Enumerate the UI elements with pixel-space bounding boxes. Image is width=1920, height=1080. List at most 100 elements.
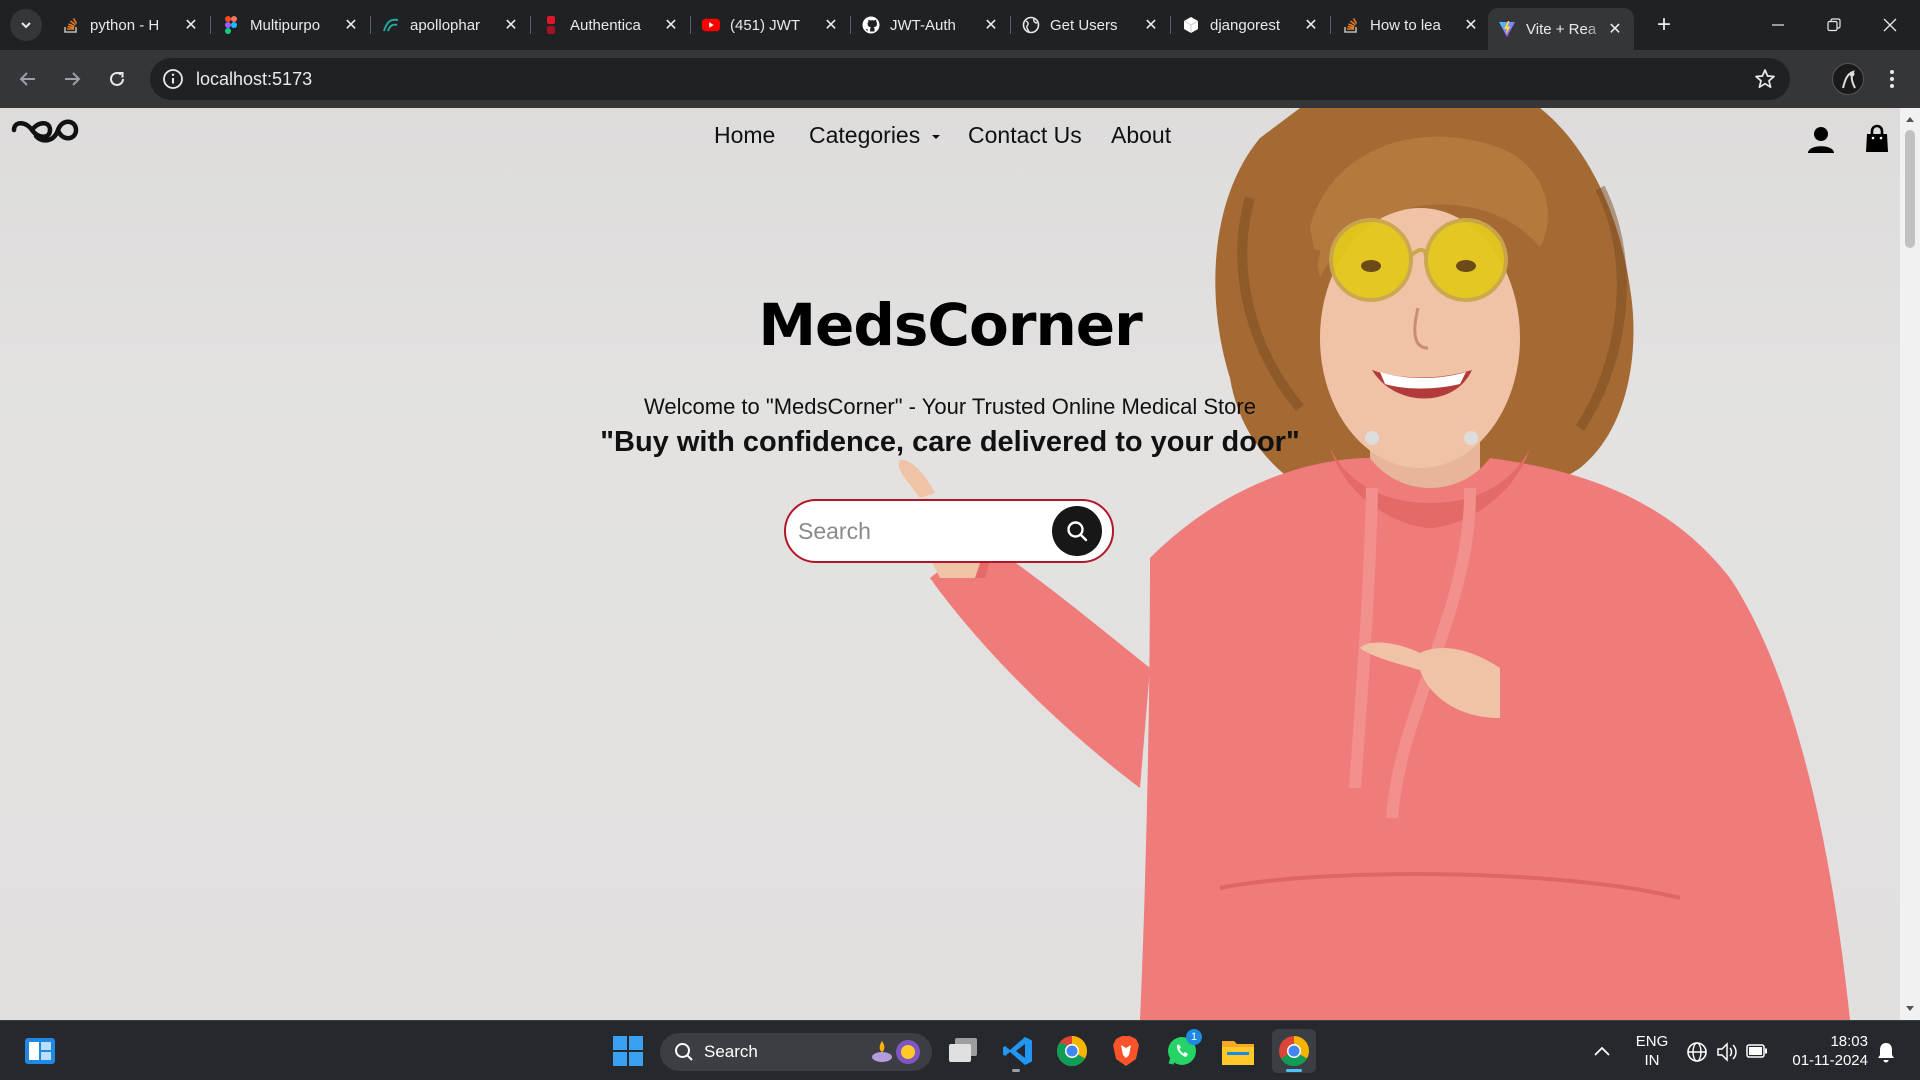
- browser-tab[interactable]: JWT-Auth ✕: [852, 8, 1011, 42]
- site-logo[interactable]: [10, 116, 80, 149]
- search-button[interactable]: [1052, 506, 1102, 556]
- forward-button[interactable]: [56, 63, 88, 95]
- volume-icon[interactable]: [1716, 1041, 1738, 1068]
- shopping-bag-icon: [1866, 124, 1888, 152]
- nav-contact-us[interactable]: Contact Us: [968, 122, 1082, 149]
- back-button[interactable]: [12, 63, 44, 95]
- vscode-icon: [1003, 1037, 1032, 1065]
- task-view-icon: [949, 1038, 977, 1062]
- whatsapp-app[interactable]: 1: [1162, 1029, 1202, 1071]
- scrollbar-thumb[interactable]: [1905, 130, 1915, 248]
- browser-tab[interactable]: apollophar ✕: [372, 8, 531, 42]
- chrome-app[interactable]: [1052, 1031, 1092, 1071]
- tab-title: Multipurpo: [250, 16, 321, 34]
- close-icon[interactable]: ✕: [1462, 16, 1480, 34]
- scroll-down-icon[interactable]: [1906, 1006, 1914, 1012]
- address-bar[interactable]: localhost:5173: [150, 58, 1790, 100]
- site-info-icon[interactable]: [162, 68, 184, 95]
- file-explorer-app[interactable]: [1218, 1031, 1258, 1071]
- cube-icon: [1182, 16, 1200, 34]
- taskbar-search-label: Search: [704, 1042, 758, 1061]
- arrow-left-icon: [19, 72, 35, 86]
- browser-tab[interactable]: (451) JWT ✕: [692, 8, 851, 42]
- vite-icon: [1498, 20, 1516, 38]
- close-icon: [1883, 18, 1897, 32]
- nav-home[interactable]: Home: [714, 122, 775, 149]
- tab-title: apollophar: [410, 16, 481, 34]
- reload-button[interactable]: [101, 63, 133, 95]
- notification-bell-icon[interactable]: [1876, 1041, 1896, 1068]
- clock-time: 18:03: [1830, 1033, 1868, 1050]
- tab-title: python - H: [90, 16, 160, 34]
- close-icon[interactable]: ✕: [822, 16, 840, 34]
- webpage: Home Categories Contact Us About MedsCor…: [0, 108, 1900, 1020]
- page-scrollbar[interactable]: [1900, 108, 1920, 1020]
- browser-menu-button[interactable]: [1876, 63, 1908, 95]
- close-icon[interactable]: ✕: [1142, 16, 1160, 34]
- battery-icon[interactable]: [1746, 1044, 1768, 1063]
- nav-categories-label: Categories: [809, 122, 921, 148]
- infinity-logo-icon: [11, 119, 79, 143]
- hero-title: MedsCorner: [758, 291, 1142, 359]
- reload-icon: [110, 71, 124, 86]
- tab-title: How to lea: [1370, 16, 1441, 34]
- bookmark-star-icon[interactable]: [1754, 68, 1776, 95]
- close-icon[interactable]: ✕: [1606, 20, 1624, 38]
- network-icon[interactable]: [1686, 1041, 1708, 1068]
- restore-button[interactable]: [1806, 0, 1862, 50]
- taskbar-search[interactable]: Search: [660, 1033, 932, 1071]
- browser-tab[interactable]: Multipurpo ✕: [212, 8, 371, 42]
- profile-avatar[interactable]: [1832, 63, 1864, 95]
- widgets-icon: [25, 1038, 55, 1064]
- browser-tab[interactable]: Authentica ✕: [532, 8, 691, 42]
- minimize-button[interactable]: [1750, 0, 1806, 50]
- close-window-button[interactable]: [1862, 0, 1918, 50]
- tab-search-button[interactable]: [10, 9, 42, 41]
- stackoverflow-icon: [62, 16, 80, 34]
- browser-tab[interactable]: python - H ✕: [52, 8, 211, 42]
- new-tab-button[interactable]: +: [1648, 9, 1680, 41]
- close-icon[interactable]: ✕: [1302, 16, 1320, 34]
- scroll-up-icon[interactable]: [1906, 116, 1914, 122]
- account-button[interactable]: [1807, 126, 1835, 159]
- browser-tab[interactable]: djangorest ✕: [1172, 8, 1331, 42]
- browser-tab[interactable]: How to lea ✕: [1332, 8, 1490, 42]
- search-input[interactable]: [798, 513, 1048, 549]
- show-hidden-icons-button[interactable]: [1582, 1031, 1622, 1071]
- diwali-search-highlight-icon: [872, 1040, 920, 1064]
- language-indicator[interactable]: ENG IN: [1630, 1032, 1674, 1070]
- tab-title: Vite + Rea: [1526, 20, 1597, 38]
- hero-photo: [898, 108, 1850, 1020]
- chrome-app-active[interactable]: [1272, 1029, 1316, 1073]
- close-icon[interactable]: ✕: [662, 16, 680, 34]
- clock[interactable]: 18:03 01-11-2024: [1778, 1032, 1868, 1070]
- close-icon[interactable]: ✕: [982, 16, 1000, 34]
- close-icon[interactable]: ✕: [502, 16, 520, 34]
- chevron-up-icon: [1594, 1046, 1610, 1056]
- search-box: [784, 499, 1114, 563]
- close-icon[interactable]: ✕: [342, 16, 360, 34]
- tab-title: Get Users: [1050, 16, 1118, 34]
- nav-about[interactable]: About: [1111, 122, 1171, 149]
- clock-date: 01-11-2024: [1792, 1052, 1868, 1069]
- youtube-icon: [702, 16, 720, 34]
- brave-app[interactable]: [1106, 1031, 1146, 1071]
- folder-icon: [1222, 1041, 1254, 1065]
- start-button[interactable]: [608, 1031, 648, 1071]
- stackoverflow-icon: [1342, 16, 1360, 34]
- nav-categories[interactable]: Categories: [809, 122, 941, 149]
- windows-logo-icon: [613, 1036, 643, 1066]
- brave-icon: [1113, 1036, 1139, 1066]
- caret-down-icon: [931, 134, 940, 139]
- browser-tab[interactable]: Get Users ✕: [1012, 8, 1171, 42]
- auth-icon: [542, 16, 560, 34]
- notification-badge: 1: [1186, 1029, 1202, 1045]
- cart-button[interactable]: [1864, 124, 1890, 159]
- vscode-app[interactable]: [998, 1031, 1038, 1072]
- browser-tab-active[interactable]: Vite + Rea ✕: [1488, 8, 1634, 50]
- task-view-button[interactable]: [944, 1031, 984, 1071]
- restore-icon: [1827, 18, 1841, 32]
- widgets-button[interactable]: [20, 1031, 60, 1071]
- close-icon[interactable]: ✕: [182, 16, 200, 34]
- github-icon: [862, 16, 880, 34]
